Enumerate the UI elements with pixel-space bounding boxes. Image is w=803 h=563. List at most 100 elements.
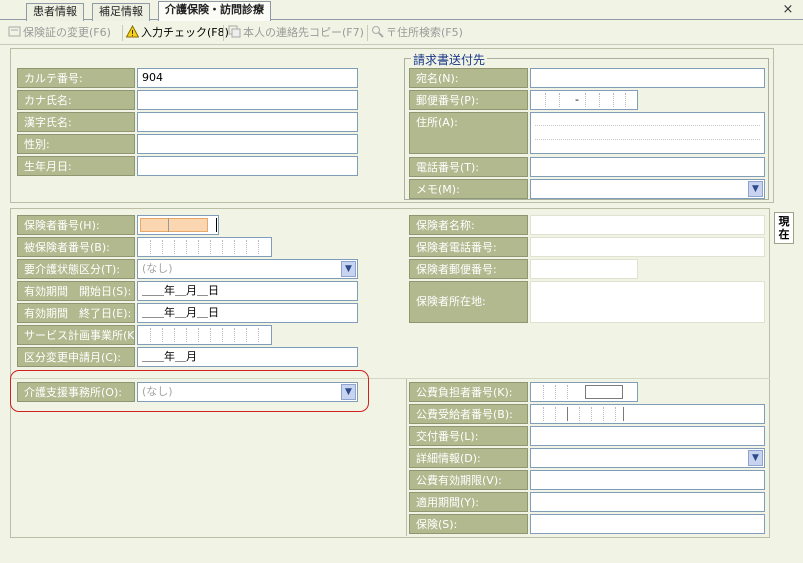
address-line xyxy=(535,139,760,140)
sex-field[interactable] xyxy=(137,134,358,154)
postal-code-label: 郵便番号(P): xyxy=(409,90,528,110)
insurance-label: 保険(S): xyxy=(409,514,528,534)
insurer-address-label: 保険者所在地: xyxy=(409,281,528,323)
memo-select[interactable]: ▼ xyxy=(530,179,765,199)
phone-label: 電話番号(T): xyxy=(409,157,528,177)
text-cursor xyxy=(216,218,217,232)
address-field[interactable] xyxy=(530,112,765,154)
digit-separator xyxy=(210,328,211,342)
close-icon[interactable]: × xyxy=(781,3,795,17)
valid-end-field[interactable]: ＿＿年＿月＿日 xyxy=(137,303,358,323)
issue-no-label: 交付番号(L): xyxy=(409,426,528,446)
payer-no-label: 公費負担者番号(K): xyxy=(409,382,528,402)
chart-no-field[interactable]: 904 xyxy=(137,68,358,88)
digit-separator xyxy=(234,328,235,342)
highlight-outline xyxy=(10,370,369,412)
details-select[interactable]: ▼ xyxy=(530,448,765,468)
digit-separator xyxy=(625,93,626,107)
digit-separator xyxy=(186,328,187,342)
phone-field[interactable] xyxy=(530,157,765,177)
payer-no-field[interactable] xyxy=(530,382,638,402)
digit-separator xyxy=(222,240,223,254)
valid-start-field[interactable]: ＿＿年＿月＿日 xyxy=(137,281,358,301)
panel-divider xyxy=(406,378,407,536)
digit-separator xyxy=(174,240,175,254)
public-valid-field[interactable] xyxy=(530,470,765,490)
service-plan-field[interactable] xyxy=(137,325,272,345)
digit-separator xyxy=(579,407,580,421)
period-field[interactable] xyxy=(530,492,765,512)
kanji-name-label: 漢字氏名: xyxy=(17,112,135,132)
digit-separator xyxy=(150,328,151,342)
kanji-name-field[interactable] xyxy=(137,112,358,132)
insurance-field[interactable] xyxy=(530,514,765,534)
kana-name-label: カナ氏名: xyxy=(17,90,135,110)
issue-no-field[interactable] xyxy=(530,426,765,446)
digit-separator xyxy=(599,93,600,107)
payer-no-group xyxy=(585,385,623,399)
digit-separator xyxy=(603,407,604,421)
digit-separator xyxy=(623,407,624,421)
valid-start-label: 有効期間 開始日(S): xyxy=(17,281,135,301)
digit-separator xyxy=(246,240,247,254)
digit-separator xyxy=(555,407,556,421)
digit-separator xyxy=(198,328,199,342)
input-check-button[interactable]: ! 入力チェック(F8) xyxy=(125,24,229,41)
addressee-label: 宛名(N): xyxy=(409,68,528,88)
care-level-label: 要介護状態区分(T): xyxy=(17,259,135,279)
toolbar: 保険証の変更(F6) ! 入力チェック(F8) 本人の連絡先コピー(F7) 〒住所… xyxy=(0,21,803,45)
care-level-select[interactable]: (なし) ▼ xyxy=(137,259,358,279)
change-request-label: 区分変更申請月(C): xyxy=(17,347,135,367)
addressee-field[interactable] xyxy=(530,68,765,88)
warning-icon: ! xyxy=(125,24,140,38)
digit-separator xyxy=(615,407,616,421)
postal-code-field[interactable]: - xyxy=(530,90,638,110)
digit-separator xyxy=(543,385,544,399)
insured-no-label: 被保険者番号(B): xyxy=(17,237,135,257)
address-search-button[interactable]: 〒住所検索(F5) xyxy=(371,25,463,41)
digit-separator xyxy=(613,93,614,107)
digit-separator xyxy=(591,407,592,421)
public-valid-label: 公費有効期限(V): xyxy=(409,470,528,490)
current-side-tab[interactable]: 現在 xyxy=(774,212,794,244)
card-icon xyxy=(8,25,21,38)
toolbar-divider xyxy=(122,25,123,41)
digit-separator xyxy=(234,240,235,254)
insurer-name-label: 保険者名称: xyxy=(409,215,528,235)
digit-separator xyxy=(567,407,568,421)
chevron-down-icon[interactable]: ▼ xyxy=(748,181,763,197)
change-request-field[interactable]: ＿＿年＿月 xyxy=(137,347,358,367)
memo-label: メモ(M): xyxy=(409,179,528,199)
insurer-no-field[interactable] xyxy=(137,215,219,235)
digit-separator xyxy=(162,328,163,342)
insurer-phone-value xyxy=(530,237,765,257)
digit-separator xyxy=(246,328,247,342)
digit-separator xyxy=(258,328,259,342)
chevron-down-icon[interactable]: ▼ xyxy=(748,450,763,466)
digit-separator xyxy=(186,240,187,254)
address-line xyxy=(535,125,760,126)
copy-contact-button[interactable]: 本人の連絡先コピー(F7) xyxy=(228,25,364,41)
svg-text:!: ! xyxy=(131,29,134,38)
insured-no-field[interactable] xyxy=(137,237,272,257)
digit-separator xyxy=(162,240,163,254)
toolbar-divider xyxy=(367,25,368,41)
tab-supplementary-info[interactable]: 補足情報 xyxy=(92,3,150,21)
sex-label: 性別: xyxy=(17,134,135,154)
change-insurance-button[interactable]: 保険証の変更(F6) xyxy=(8,25,111,41)
billing-address-title: 請求書送付先 xyxy=(411,51,488,68)
insurer-no-label: 保険者番号(H): xyxy=(17,215,135,235)
postal-hyphen: - xyxy=(575,93,579,106)
digit-separator xyxy=(174,328,175,342)
dob-field[interactable] xyxy=(137,156,358,176)
digit-separator xyxy=(585,93,586,107)
period-label: 適用期間(Y): xyxy=(409,492,528,512)
digit-separator xyxy=(222,328,223,342)
tab-care-insurance[interactable]: 介護保険・訪問診療 xyxy=(158,1,271,21)
kana-name-field[interactable] xyxy=(137,90,358,110)
insurer-phone-label: 保険者電話番号: xyxy=(409,237,528,257)
chevron-down-icon[interactable]: ▼ xyxy=(341,261,356,277)
tab-patient-info[interactable]: 患者情報 xyxy=(26,3,84,21)
digit-separator xyxy=(150,240,151,254)
recipient-no-field[interactable] xyxy=(530,404,765,424)
